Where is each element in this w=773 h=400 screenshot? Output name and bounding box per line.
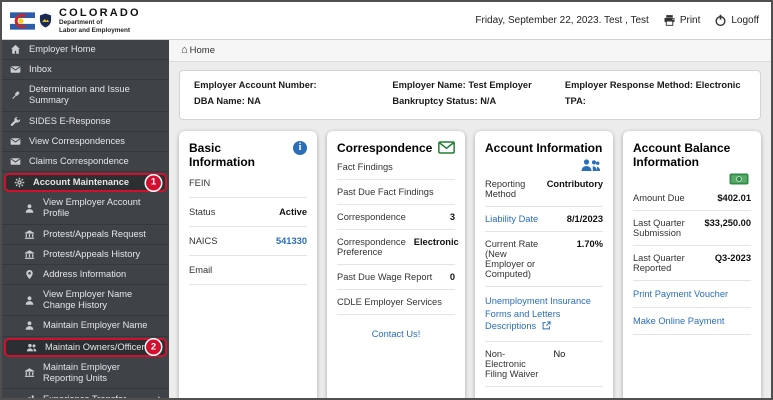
people-group-icon [485,155,603,172]
field-row-current-rate: Current Rate (New Employer or Computed) … [485,232,603,287]
money-icon [633,169,751,186]
dept-shield-icon [39,13,52,28]
ui-forms-and-letters-link[interactable]: Unemployment Insurance Forms and Letters… [485,287,603,342]
field-row-fact-findings: Fact Findings [337,155,455,180]
date-user-text: Friday, September 22, 2023. Test , Test [475,15,649,26]
brand-name: COLORADO [59,6,141,19]
sidebar-item-account-maintenance[interactable]: Account Maintenance 1 [4,173,167,193]
employer-response-method-field: Employer Response Method: Electronic [564,80,741,90]
field-row-reporting-method: Reporting Method Contributory [485,172,603,207]
naics-link[interactable]: 541330 [276,236,307,246]
sidebar-item-inbox[interactable]: Inbox [2,60,169,81]
field-row-email: Email [189,256,307,286]
person-icon [24,320,36,331]
bank-icon [24,249,36,260]
tpa-field: TPA: [564,95,586,106]
card-title-correspondence: Correspondence [337,140,433,155]
map-marker-icon [24,269,36,280]
envelope-icon [10,156,22,167]
bank-icon [24,229,36,240]
card-title-account-information: Account Information [485,140,603,155]
field-row-amount-due: Amount Due $402.01 [633,186,751,212]
sidebar-item-view-employer-name-change-history[interactable]: View Employer Name Change History [2,285,169,317]
sidebar: Employer Home Inbox Determination and Is… [2,40,169,398]
field-row-status: Status Active [189,198,307,228]
employer-account-number-field: Employer Account Number: [194,80,317,90]
make-online-payment-link[interactable]: Make Online Payment [633,308,751,336]
bank-icon [24,367,36,378]
callout-step-2-badge: 2 [146,339,161,355]
field-row-non-electronic-filing-waiver: Non-Electronic Filing Waiver No [485,342,603,387]
field-row-last-quarter-submission: Last Quarter Submission $33,250.00 [633,211,751,247]
sidebar-item-protest-appeals-request[interactable]: Protest/Appeals Request [2,225,169,245]
card-basic-information: Basic Information i FEIN Status Active N… [179,130,317,398]
card-account-balance-information: Account Balance Information Amount Due $… [623,130,761,398]
sidebar-item-address-information[interactable]: Address Information [2,265,169,286]
card-title-basic-information: Basic Information [189,140,255,169]
dashboard-cards: Basic Information i FEIN Status Active N… [169,122,771,398]
print-button[interactable]: Print [663,14,700,27]
header-right: Friday, September 22, 2023. Test , Test … [475,14,759,27]
breadcrumb-home-link[interactable]: Home [190,45,215,56]
home-icon: ⌂ [181,44,188,56]
bankruptcy-status-field: Bankruptcy Status: N/A [392,95,497,106]
print-payment-voucher-link[interactable]: Print Payment Voucher [633,281,751,309]
logo-text: COLORADO Department of Labor and Employm… [59,7,141,35]
person-icon [24,203,36,214]
app-header: COLORADO Department of Labor and Employm… [2,2,771,40]
colorado-flag-icon [10,11,35,30]
app-window: COLORADO Department of Labor and Employm… [0,0,773,400]
field-row-fein: FEIN [189,169,307,199]
field-row-naics: NAICS 541330 [189,227,307,257]
field-row-past-due-wage-report: Past Due Wage Report 0 [337,265,455,290]
sidebar-item-experience-transfer[interactable]: Experience Transfer › [2,389,169,398]
field-row-correspondence-preference: Correspondence Preference Electronic [337,230,459,265]
sidebar-item-protest-appeals-history[interactable]: Protest/Appeals History [2,245,169,265]
sidebar-item-maintain-employer-reporting-units[interactable]: Maintain Employer Reporting Units [2,358,169,389]
envelope-icon [10,64,22,75]
sidebar-item-maintain-owners-officers[interactable]: Maintain Owners/Officers 2 [4,337,167,357]
employer-summary-bar: Employer Account Number: DBA Name: NA Em… [179,70,761,120]
gavel-icon [10,90,22,101]
sidebar-item-view-correspondences[interactable]: View Correspondences [2,132,169,152]
liability-date-link[interactable]: Liability Date [485,214,559,224]
field-row-past-due-fact-findings: Past Due Fact Findings [337,180,455,205]
field-row-correspondence-count: Correspondence 3 [337,205,455,230]
callout-step-1-badge: 1 [146,175,161,191]
field-row-last-quarter-reported: Last Quarter Reported Q3-2023 [633,246,751,282]
sidebar-item-maintain-employer-name[interactable]: Maintain Employer Name [2,316,169,337]
card-correspondence: Correspondence Fact Findings Past Due Fa… [327,130,465,398]
sidebar-item-determination-issue-summary[interactable]: Determination and Issue Summary [2,80,169,112]
person-icon [24,295,36,306]
info-icon: i [293,140,307,155]
sidebar-item-view-employer-account-profile[interactable]: View Employer Account Profile [2,193,169,225]
field-row-cdle-employer-services: CDLE Employer Services [337,290,455,315]
dept-name: Department of Labor and Employment [59,18,131,34]
employer-name-field: Employer Name: Test Employer [392,80,532,90]
logoff-button[interactable]: Logoff [714,14,759,27]
chart-icon [24,394,36,398]
card-title-account-balance: Account Balance Information [633,140,731,169]
card-account-information: Account Information Reporting Method Con… [475,130,613,398]
print-icon [664,15,675,26]
envelope-icon [10,136,22,147]
power-icon [715,14,726,27]
field-row-liability-date: Liability Date 8/1/2023 [485,207,603,232]
breadcrumb: ⌂ Home [169,40,771,62]
sidebar-item-employer-home[interactable]: Employer Home [2,40,169,61]
main-content: ⌂ Home Employer Account Number: DBA Name… [169,40,771,398]
contact-us-link[interactable]: Contact Us! [337,329,455,339]
wrench-icon [10,116,22,127]
home-icon [10,44,22,55]
external-link-icon [542,321,551,330]
dba-name-field: DBA Name: NA [194,95,261,106]
sidebar-item-claims-correspondence[interactable]: Claims Correspondence [2,152,169,173]
envelope-icon [438,140,455,154]
gear-icon [14,177,26,188]
sidebar-item-sides-e-response[interactable]: SIDES E-Response [2,112,169,132]
chevron-right-icon: › [157,393,161,398]
people-icon [26,342,38,353]
colorado-logo: COLORADO Department of Labor and Employm… [10,7,141,35]
